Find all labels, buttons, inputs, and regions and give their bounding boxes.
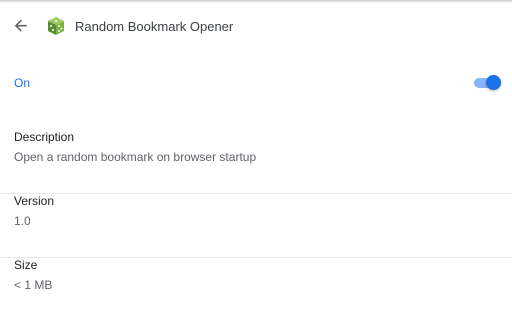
green-dice-icon [48, 17, 64, 35]
arrow-back-icon [14, 19, 27, 32]
back-button[interactable] [9, 14, 33, 38]
version-value: 1.0 [14, 214, 31, 228]
version-heading: Version [14, 194, 55, 208]
size-section: Size < 1 MB [0, 258, 512, 320]
description-heading: Description [14, 130, 75, 144]
header: Random Bookmark Opener [0, 8, 512, 48]
page-title: Random Bookmark Opener [75, 19, 234, 34]
description-value: Open a random bookmark on browser startu… [14, 150, 257, 164]
version-section: Version 1.0 [0, 194, 512, 258]
enable-row: On [0, 66, 512, 100]
description-section: Description Open a random bookmark on br… [0, 130, 512, 194]
enable-toggle[interactable] [474, 75, 501, 91]
enabled-status-label: On [14, 76, 31, 90]
extension-details-page: Random Bookmark Opener On Description Op… [0, 0, 512, 320]
top-shadow [0, 0, 512, 3]
toggle-knob [486, 75, 501, 90]
size-value: < 1 MB [14, 278, 53, 292]
size-heading: Size [14, 258, 38, 272]
